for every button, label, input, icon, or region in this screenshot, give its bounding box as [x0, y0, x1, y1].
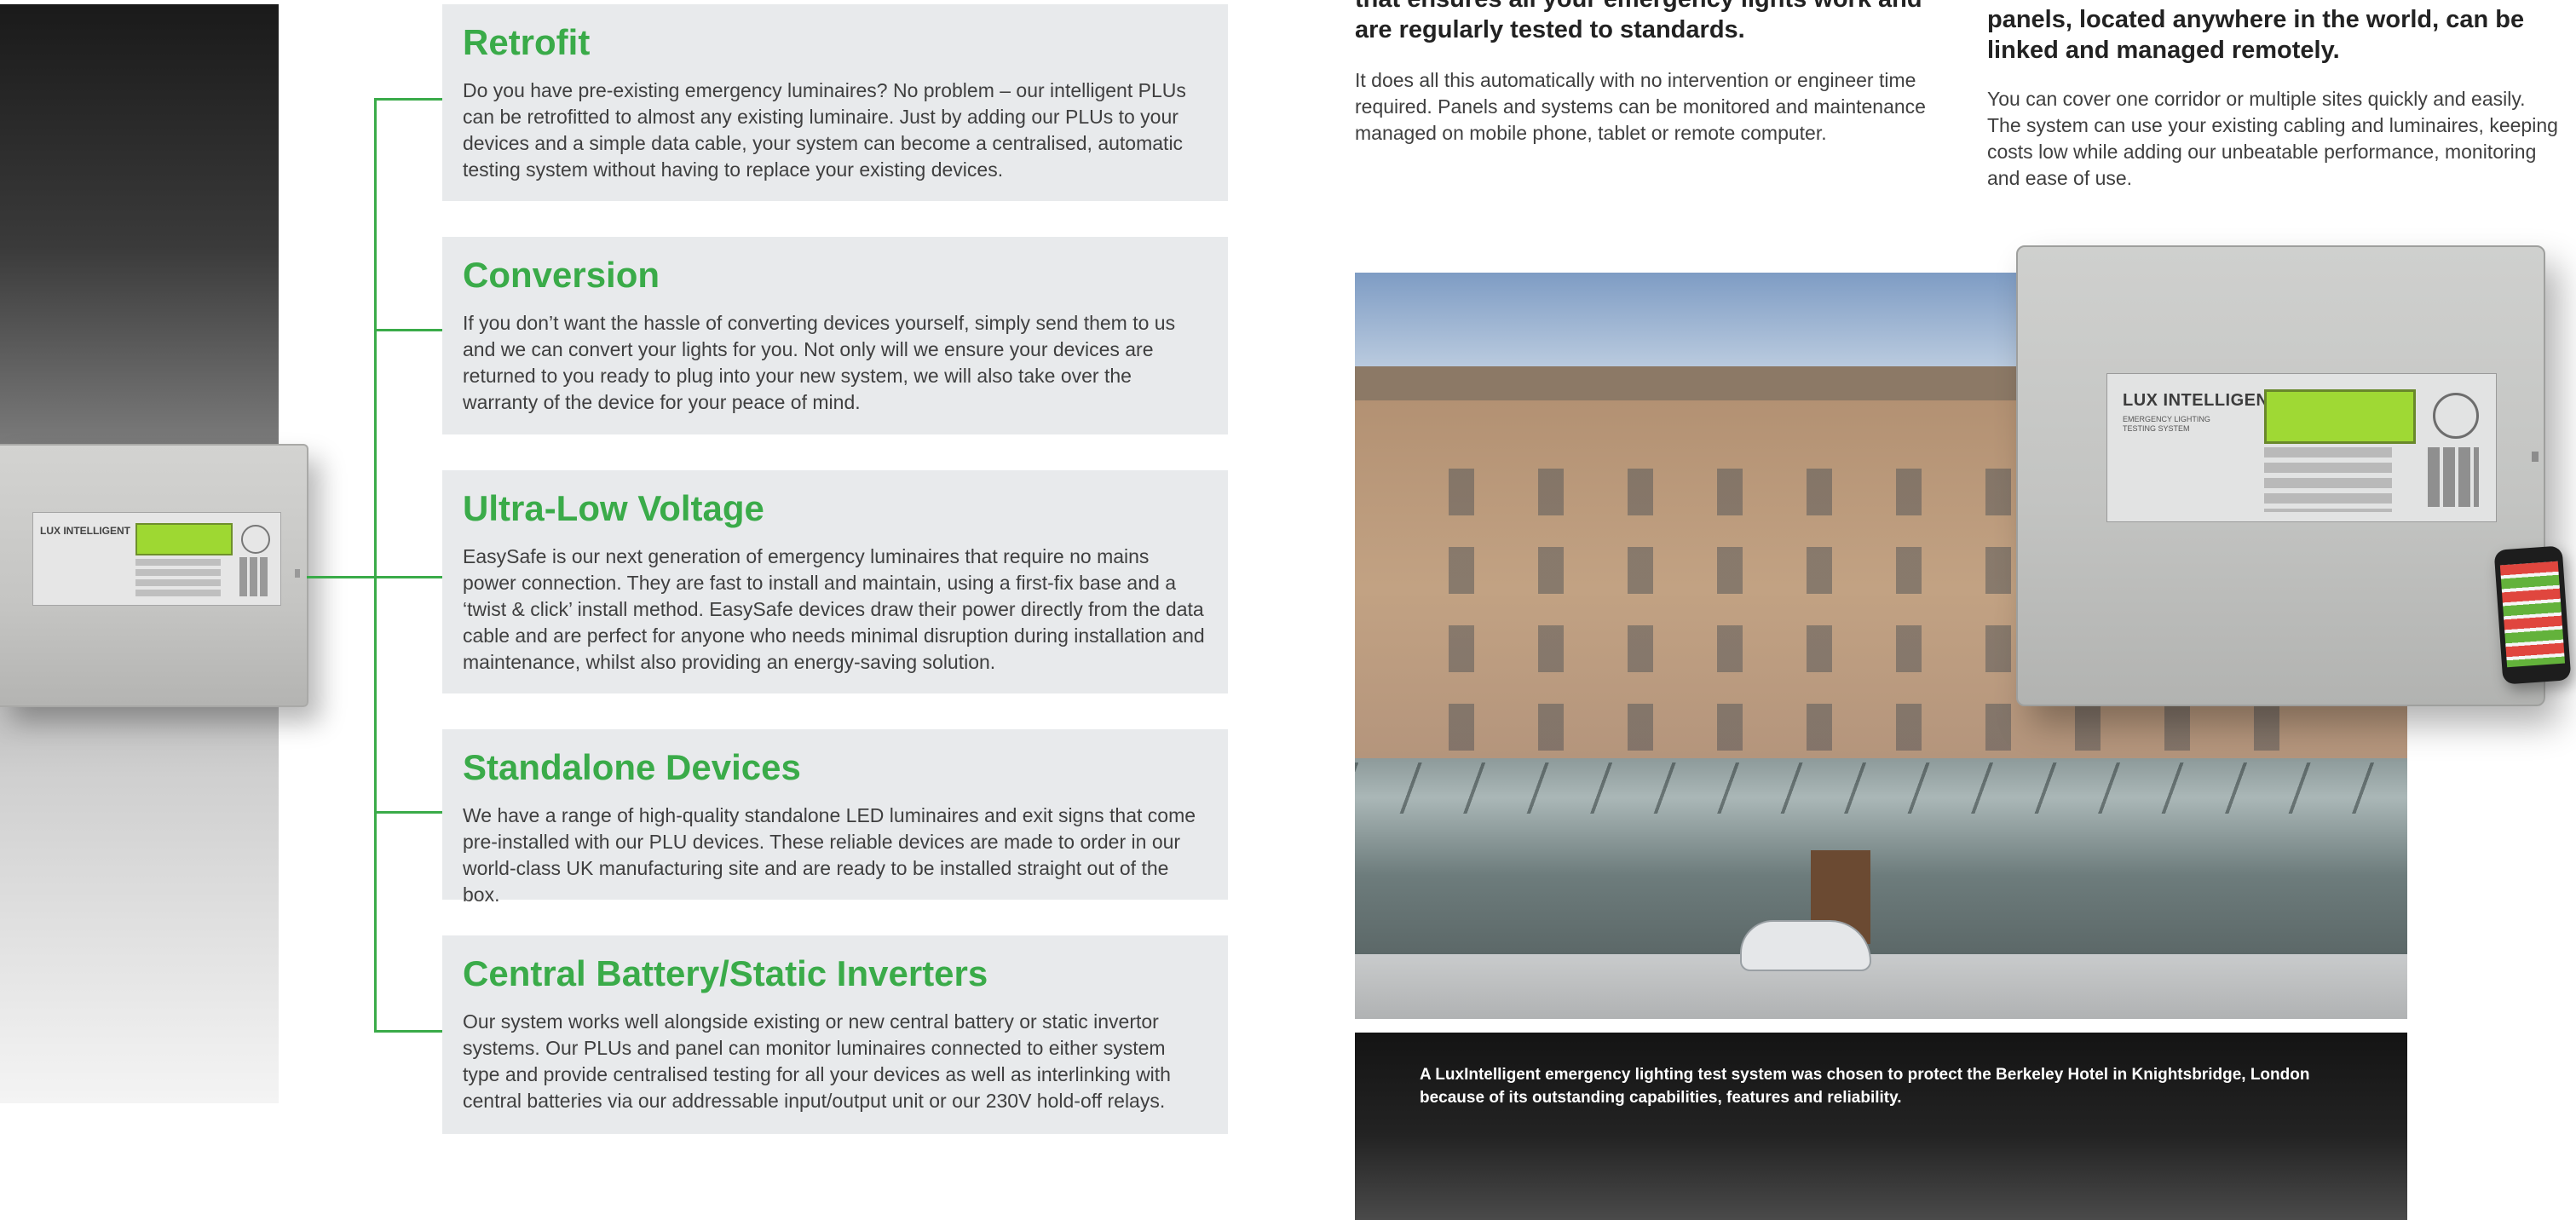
feature-card-ultra-low-voltage: Ultra-Low Voltage EasySafe is our next g…	[442, 470, 1228, 693]
panel-subtitle-line2: TESTING SYSTEM	[2123, 424, 2190, 433]
column2-heading: panels, located anywhere in the world, c…	[1987, 6, 2525, 64]
panel-dial-icon	[241, 525, 270, 554]
column1-body: It does all this automatically with no i…	[1355, 69, 1926, 144]
smartphone-screen	[2499, 561, 2566, 668]
column1-heading: that ensures all your emergency lights w…	[1355, 0, 1922, 43]
panel-indicator-keys	[2264, 447, 2392, 512]
connector-branch-central-battery	[374, 1030, 442, 1033]
connector-stub-panel	[307, 576, 377, 578]
control-panel-image-left: LUX INTELLIGENT	[0, 444, 308, 707]
panel-lcd-display	[2264, 389, 2416, 444]
feature-card-title: Conversion	[463, 255, 660, 295]
feature-card-body: Do you have pre-existing emergency lumin…	[463, 79, 1186, 181]
panel-brand-subtitle: EMERGENCY LIGHTING TESTING SYSTEM	[2123, 415, 2210, 434]
panel-brand-logo: LUX INTELLIGENT	[40, 525, 130, 537]
smartphone-image	[2493, 545, 2572, 685]
connector-branch-standalone	[374, 811, 442, 814]
panel-lcd-display	[135, 523, 233, 555]
photo-canopy-struts	[1355, 762, 2407, 814]
panel-brand-logo: LUX INTELLIGENT	[2123, 391, 2280, 410]
feature-card-conversion: Conversion If you don’t want the hassle …	[442, 237, 1228, 434]
photo-caption-bar: A LuxIntelligent emergency lighting test…	[1355, 1033, 2407, 1220]
photo-caption-text: A LuxIntelligent emergency lighting test…	[1420, 1066, 2310, 1107]
connector-branch-ultra-low-voltage	[374, 576, 442, 578]
panel-keypad	[239, 557, 270, 596]
panel-dial-icon	[2433, 393, 2479, 439]
connector-branch-conversion	[374, 329, 442, 331]
panel-faceplate: LUX INTELLIGENT EMERGENCY LIGHTING TESTI…	[2106, 373, 2497, 522]
feature-card-body: EasySafe is our next generation of emerg…	[463, 545, 1205, 673]
photo-pavement	[1355, 954, 2407, 1019]
panel-latch	[295, 569, 300, 578]
connector-trunk	[374, 98, 377, 1033]
connector-branch-retrofit	[374, 98, 442, 101]
feature-card-body: We have a range of high-quality standalo…	[463, 804, 1196, 906]
feature-card-retrofit: Retrofit Do you have pre-existing emerge…	[442, 4, 1228, 201]
feature-card-title: Ultra-Low Voltage	[463, 488, 764, 528]
panel-keypad	[2428, 447, 2479, 507]
control-panel-image-right: LUX INTELLIGENT EMERGENCY LIGHTING TESTI…	[2016, 245, 2545, 706]
feature-card-title: Central Battery/Static Inverters	[463, 953, 988, 993]
panel-indicator-keys	[135, 559, 221, 598]
feature-card-body: Our system works well alongside existing…	[463, 1010, 1171, 1112]
panel-latch	[2532, 452, 2539, 462]
feature-card-title: Standalone Devices	[463, 747, 801, 787]
panel-faceplate: LUX INTELLIGENT	[32, 512, 281, 606]
photo-car	[1740, 920, 1871, 971]
feature-card-central-battery: Central Battery/Static Inverters Our sys…	[442, 935, 1228, 1134]
panel-subtitle-line1: EMERGENCY LIGHTING	[2123, 415, 2210, 423]
column2-body: You can cover one corridor or multiple s…	[1987, 88, 2558, 189]
feature-card-title: Retrofit	[463, 22, 591, 62]
feature-card-standalone-devices: Standalone Devices We have a range of hi…	[442, 729, 1228, 906]
feature-card-body: If you don’t want the hassle of converti…	[463, 312, 1176, 413]
